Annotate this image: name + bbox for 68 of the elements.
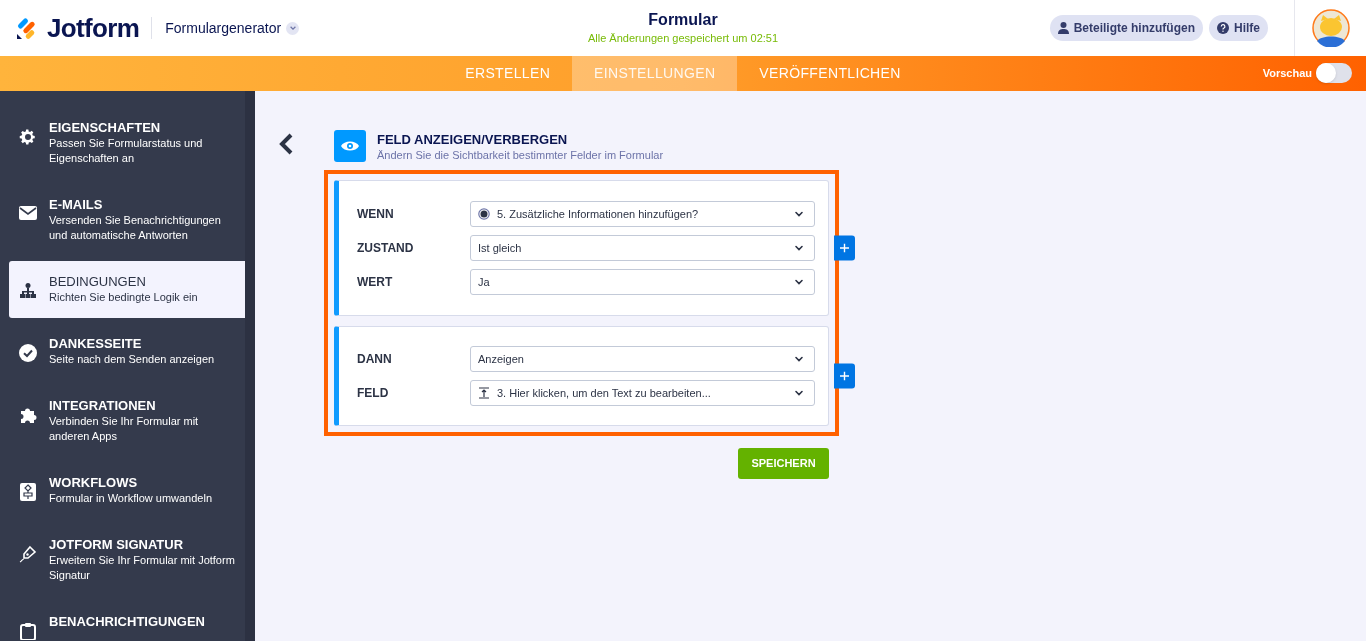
chevron-down-icon	[794, 354, 804, 364]
chevron-down-icon	[286, 21, 300, 35]
sidebar-item[interactable]: E-MAILS Versenden Sie Benachrichtigungen und automatische Antworten	[9, 184, 245, 256]
chevron-down-icon	[794, 277, 804, 287]
field-label: FELD	[357, 385, 390, 402]
sidebar-item-title: EIGENSCHAFTEN	[49, 120, 162, 136]
clipboard-icon	[20, 622, 36, 640]
plus-icon	[840, 371, 849, 381]
help-icon	[1217, 22, 1229, 34]
chevron-down-icon	[794, 388, 804, 398]
dropdown-field[interactable]: Ist gleich	[470, 235, 815, 261]
product-dropdown[interactable]: Formulargenerator	[165, 17, 300, 39]
pen-nib-icon	[19, 545, 37, 563]
chevron-down-icon	[794, 209, 804, 219]
sidebar-item[interactable]: BEDINGUNGEN Richten Sie bedingte Logik ein	[9, 261, 245, 318]
sidebar-item[interactable]: JOTFORM SIGNATUR Erweitern Sie Ihr Formular mit Jotform Signatur	[9, 524, 245, 596]
sidebar-item[interactable]: BENACHRICHTIGUNGEN	[9, 601, 245, 641]
hierarchy-icon	[19, 282, 37, 300]
sidebar-item-description: Richten Sie bedingte Logik ein	[49, 290, 198, 305]
dropdown-field[interactable]: Anzeigen	[470, 346, 815, 372]
header-button[interactable]: Beteiligte hinzufügen	[1049, 15, 1203, 41]
add-button[interactable]	[834, 235, 855, 261]
avatar-icon	[1312, 9, 1350, 47]
field-label: DANN	[357, 351, 393, 368]
sidebar-item-title: E-MAILS	[49, 197, 104, 213]
sidebar-item-title: JOTFORM SIGNATUR	[49, 537, 185, 553]
sidebar-item-title: WORKFLOWS	[49, 475, 139, 491]
envelope-icon	[19, 205, 37, 221]
sidebar-item-description: Formular in Workflow umwandeln	[49, 491, 213, 506]
sidebar-item[interactable]: EIGENSCHAFTEN Passen Sie Formularstatus und Eigenschaften an	[9, 107, 245, 179]
sidebar-item-description: Passen Sie Formularstatus und Eigenschaften an	[49, 136, 204, 166]
text-cursor-icon	[478, 387, 490, 399]
sidebar-item-title: INTEGRATIONEN	[49, 398, 157, 414]
chevron-down-icon	[794, 243, 804, 253]
settings-icon	[19, 128, 37, 146]
radio-icon	[478, 208, 490, 220]
sidebar-item-title: DANKESSEITE	[49, 336, 143, 352]
preview-toggle[interactable]	[1316, 63, 1352, 83]
dropdown-field[interactable]: 5. Zusätzliche Informationen hinzufügen?	[470, 201, 815, 227]
puzzle-icon	[19, 406, 37, 424]
form-title: Formular	[648, 10, 718, 30]
sidebar-item[interactable]: DANKESSEITE Seite nach dem Senden anzeigen	[9, 323, 245, 380]
field-label: WERT	[357, 274, 394, 291]
sidebar-item[interactable]: INTEGRATIONEN Verbinden Sie Ihr Formular mit anderen Apps	[9, 385, 245, 457]
check-circle-icon	[19, 344, 37, 362]
flowchart-icon	[20, 483, 36, 501]
section-subtitle: Ändern Sie die Sichtbarkeit bestimmter Felder im Formular	[377, 147, 664, 162]
logo-text: Jotform	[47, 11, 140, 45]
save-status: Alle Änderungen gespeichert um 02:51	[587, 31, 779, 45]
header-button[interactable]: Hilfe	[1209, 15, 1268, 41]
dropdown-field[interactable]: 3. Hier klicken, um den Text zu bearbeiten...	[470, 380, 815, 406]
sidebar-item-description: Verbinden Sie Ihr Formular mit anderen Apps	[49, 414, 200, 444]
sidebar-item-title: BENACHRICHTIGUNGEN	[49, 614, 205, 630]
sidebar-item-description: Erweitern Sie Ihr Formular mit Jotform Signatur	[49, 553, 236, 583]
sidebar-item-description: Versenden Sie Benachrichtigungen und automatische Antworten	[49, 213, 222, 243]
field-label: WENN	[357, 206, 395, 223]
dropdown-field[interactable]: Ja	[470, 269, 815, 295]
user-icon	[1057, 22, 1069, 34]
eye-icon	[334, 130, 366, 162]
section-title: FELD ANZEIGEN/VERBERGEN	[377, 130, 569, 148]
sidebar-item-description: Seite nach dem Senden anzeigen	[49, 352, 215, 367]
field-label: ZUSTAND	[357, 240, 415, 257]
sidebar-item[interactable]: WORKFLOWS Formular in Workflow umwandeln	[9, 462, 245, 519]
add-button[interactable]	[834, 363, 855, 389]
preview-label: Vorschau	[1262, 65, 1312, 81]
sidebar-item-title: BEDINGUNGEN	[49, 274, 147, 290]
logo-icon	[16, 16, 38, 40]
plus-icon	[840, 243, 849, 253]
